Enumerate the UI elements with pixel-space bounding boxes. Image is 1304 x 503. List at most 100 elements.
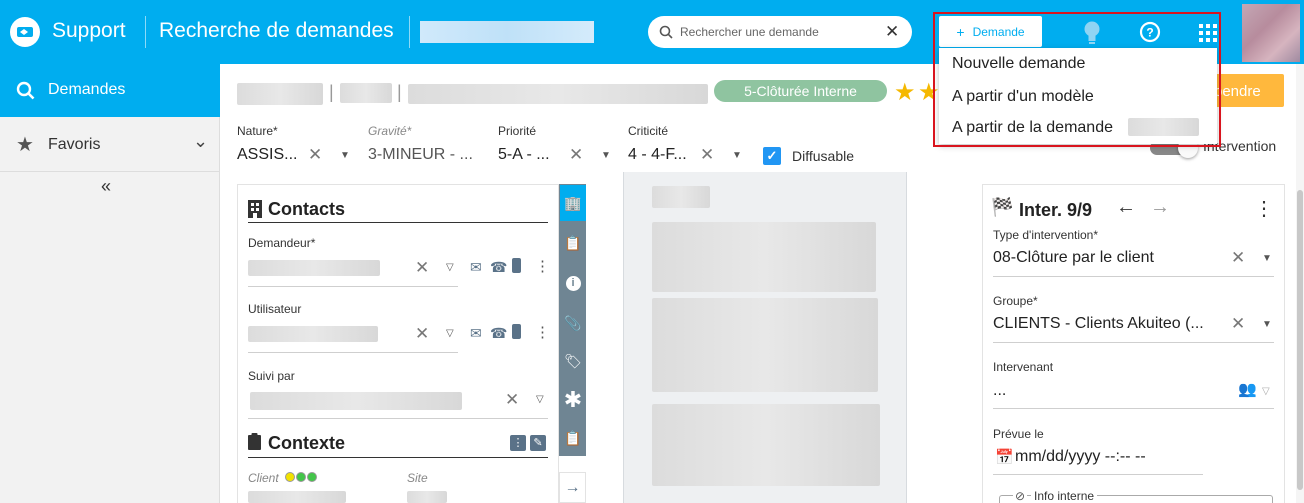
tab-clipboard-2[interactable]: 📋 — [560, 420, 586, 456]
people-icon[interactable]: 👥 — [1238, 380, 1257, 398]
redacted-text-block — [652, 298, 878, 392]
lightbulb-icon[interactable] — [1082, 20, 1102, 46]
tab-tags[interactable]: 🏷 — [560, 343, 586, 379]
priorite-dropdown-icon[interactable]: ▼ — [601, 150, 611, 161]
more-icon[interactable]: ⋮ — [535, 257, 550, 275]
divider — [145, 16, 146, 48]
redacted-request-id — [1128, 118, 1199, 136]
more-icon[interactable]: ⋮ — [535, 323, 550, 341]
criticite-label: Criticité — [628, 124, 669, 138]
prev-intervention-icon[interactable]: ← — [1116, 196, 1136, 219]
new-request-button[interactable]: + Demande — [939, 16, 1042, 47]
search-box[interactable]: ✕ — [648, 16, 912, 48]
groupe-dropdown-icon[interactable]: ▼ — [1262, 319, 1272, 330]
suspend-button[interactable]: pendre — [1210, 74, 1284, 107]
user-avatar[interactable] — [1242, 4, 1300, 62]
divider: | — [329, 82, 334, 102]
tab-clipboard[interactable]: 📋 — [560, 225, 586, 261]
rating-star-icon[interactable]: ★ — [918, 78, 940, 107]
plus-icon: + — [956, 23, 965, 40]
groupe-value[interactable]: CLIENTS - Clients Akuiteo (... — [993, 315, 1204, 333]
redacted-suivi-par — [250, 392, 462, 410]
divider — [993, 276, 1274, 277]
app-name[interactable]: Support — [52, 19, 126, 43]
intervenant-label: Intervenant — [993, 360, 1054, 374]
calendar-icon[interactable]: 📅 — [995, 448, 1014, 466]
prevue-label: Prévue le — [993, 427, 1044, 441]
edit-context-button[interactable]: ✎ — [530, 435, 546, 451]
mail-icon[interactable]: ✉ — [470, 325, 482, 342]
app-logo-icon[interactable] — [10, 17, 40, 47]
sidebar-item-favoris[interactable]: ★ Favoris ⌄ — [0, 117, 220, 172]
new-request-label: Demande — [972, 24, 1025, 39]
utilisateur-label: Utilisateur — [248, 302, 302, 316]
building-icon — [248, 200, 262, 218]
intervenant-dropdown-icon[interactable]: ▽ — [1262, 386, 1270, 397]
demandeur-dropdown-icon[interactable]: ▽ — [446, 262, 454, 273]
next-intervention-icon[interactable]: → — [1150, 196, 1170, 219]
clear-nature-icon[interactable]: ✕ — [308, 145, 322, 165]
tab-attachments[interactable]: 📎 — [560, 305, 586, 341]
clear-utilisateur-icon[interactable]: ✕ — [415, 324, 429, 344]
rating-star-icon[interactable]: ★ — [894, 78, 916, 107]
status-light-green — [296, 472, 306, 482]
criticite-dropdown-icon[interactable]: ▼ — [732, 150, 742, 161]
scrollbar-thumb[interactable] — [1297, 190, 1303, 490]
redacted-text-line — [652, 186, 710, 208]
star-icon: ★ — [16, 134, 34, 156]
suivi-par-dropdown-icon[interactable]: ▽ — [536, 394, 544, 405]
nature-value[interactable]: ASSIS... — [237, 146, 297, 164]
info-icon: i — [565, 275, 581, 291]
phone-icon[interactable]: ☎ — [490, 259, 507, 276]
contacts-title: Contacts — [268, 199, 346, 219]
tab-info[interactable]: i — [560, 265, 586, 301]
chevron-down-icon[interactable]: ⌄ — [193, 131, 208, 152]
clear-type-icon[interactable]: ✕ — [1231, 248, 1245, 268]
expand-arrow-icon[interactable]: → — [559, 472, 586, 503]
clear-criticite-icon[interactable]: ✕ — [700, 145, 714, 165]
type-intervention-label: Type d'intervention* — [993, 228, 1099, 242]
client-label: Client — [248, 471, 279, 485]
more-options-icon[interactable]: ⋮ — [1254, 196, 1274, 221]
mobile-icon[interactable] — [512, 258, 521, 273]
clear-suivi-par-icon[interactable]: ✕ — [505, 390, 519, 410]
clear-demandeur-icon[interactable]: ✕ — [415, 258, 429, 278]
type-intervention-value[interactable]: 08-Clôture par le client — [993, 249, 1154, 267]
suivi-par-label: Suivi par — [248, 369, 295, 383]
tab-asterisk[interactable]: ✱ — [560, 382, 586, 418]
search-input[interactable] — [680, 16, 880, 48]
type-dropdown-icon[interactable]: ▼ — [1262, 253, 1272, 264]
sidebar-item-label: Demandes — [48, 81, 126, 98]
collapse-sidebar-icon[interactable]: « — [101, 176, 111, 197]
mobile-icon[interactable] — [512, 324, 521, 339]
prevue-input[interactable]: mm/dd/yyyy --:-- -- — [1015, 448, 1146, 466]
utilisateur-dropdown-icon[interactable]: ▽ — [446, 328, 454, 339]
mail-icon[interactable]: ✉ — [470, 259, 482, 276]
info-interne-label: Info interne — [1031, 489, 1098, 503]
divider — [409, 16, 410, 48]
intervenant-value[interactable]: ... — [993, 382, 1006, 400]
apps-grid-icon[interactable] — [1199, 24, 1217, 42]
menu-item-from-template[interactable]: A partir d'un modèle — [952, 88, 1094, 106]
redacted-site — [407, 491, 447, 503]
menu-item-new-request[interactable]: Nouvelle demande — [952, 55, 1085, 73]
divider: | — [397, 82, 402, 102]
sidebar-item-demandes[interactable]: Demandes — [0, 64, 220, 117]
intervention-title: Inter. 9/9 — [1019, 200, 1093, 220]
diffusable-checkbox[interactable]: ✓ — [763, 147, 781, 165]
phone-icon[interactable]: ☎ — [490, 325, 507, 342]
context-menu-button[interactable]: ⋮ — [510, 435, 526, 451]
nature-dropdown-icon[interactable]: ▼ — [340, 150, 350, 161]
clear-priorite-icon[interactable]: ✕ — [569, 145, 583, 165]
criticite-value[interactable]: 4 - 4-F... — [628, 146, 687, 164]
clear-search-icon[interactable]: ✕ — [885, 22, 899, 42]
nature-label: Nature* — [237, 124, 278, 138]
priorite-value[interactable]: 5-A - ... — [498, 146, 550, 164]
status-light-yellow — [285, 472, 295, 482]
menu-item-from-request[interactable]: A partir de la demande — [952, 119, 1113, 137]
divider — [248, 457, 548, 458]
clear-groupe-icon[interactable]: ✕ — [1231, 314, 1245, 334]
demandeur-label: Demandeur* — [248, 236, 316, 250]
help-icon[interactable]: ? — [1139, 21, 1161, 43]
tab-contacts[interactable]: 🏢 — [560, 185, 586, 221]
